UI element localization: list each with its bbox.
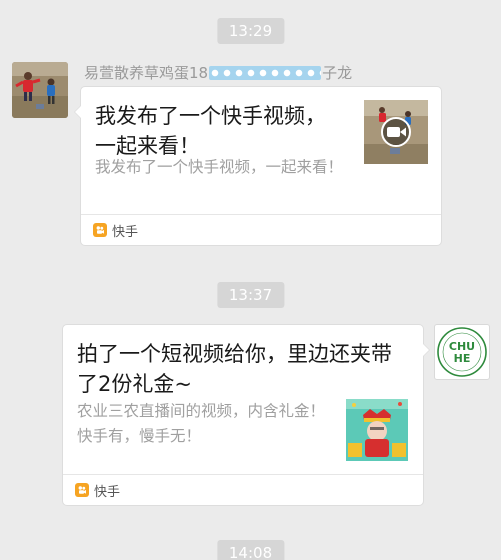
kuaishou-icon bbox=[93, 223, 107, 237]
shared-video-card[interactable]: 拍了一个短视频给你，里边还夹带了2份礼金~ 农业三农直播间的视频，内含礼金！快手… bbox=[62, 324, 430, 506]
redacted-name-mask bbox=[209, 66, 322, 80]
svg-text:HE: HE bbox=[454, 352, 471, 365]
sender-name-suffix: 子龙 bbox=[322, 64, 353, 82]
card-source-label: 快手 bbox=[112, 224, 139, 240]
card-title: 我发布了一个快手视频，一起来看！ bbox=[95, 104, 326, 158]
timestamp: 13:29 bbox=[216, 18, 285, 44]
kuaishou-icon bbox=[75, 483, 89, 497]
video-thumbnail bbox=[346, 399, 408, 461]
card-title: 拍了一个短视频给你，里边还夹带了2份礼金~ bbox=[77, 342, 392, 396]
card-source: 快手 bbox=[81, 214, 441, 245]
timestamp: 14:08 bbox=[216, 540, 285, 560]
card-source: 快手 bbox=[63, 474, 423, 505]
card-description: 农业三农直播间的视频，内含礼金！快手有，慢手无！ bbox=[77, 402, 326, 445]
shared-video-card[interactable]: 我发布了一个快手视频，一起来看！ 我发布了一个快手视频，一起来看！ 快手 bbox=[74, 86, 442, 246]
own-avatar[interactable]: CHU HE bbox=[434, 324, 490, 380]
sender-name: 易萱散养草鸡蛋18 子龙 bbox=[84, 62, 352, 83]
sender-name-prefix: 易萱散养草鸡蛋18 bbox=[84, 64, 209, 82]
card-description: 我发布了一个快手视频，一起来看！ bbox=[95, 158, 344, 176]
chat-screen: 13:29 易萱散养草鸡蛋18 子龙 我发布了一个快手视频，一起来看！ 我发布了一… bbox=[0, 0, 501, 560]
chuhe-logo: CHU HE bbox=[437, 327, 487, 377]
card-source-label: 快手 bbox=[94, 484, 121, 500]
video-thumbnail bbox=[364, 100, 428, 164]
timestamp: 13:37 bbox=[216, 282, 285, 308]
sender-avatar[interactable] bbox=[12, 62, 68, 118]
avatar-photo bbox=[12, 62, 68, 118]
